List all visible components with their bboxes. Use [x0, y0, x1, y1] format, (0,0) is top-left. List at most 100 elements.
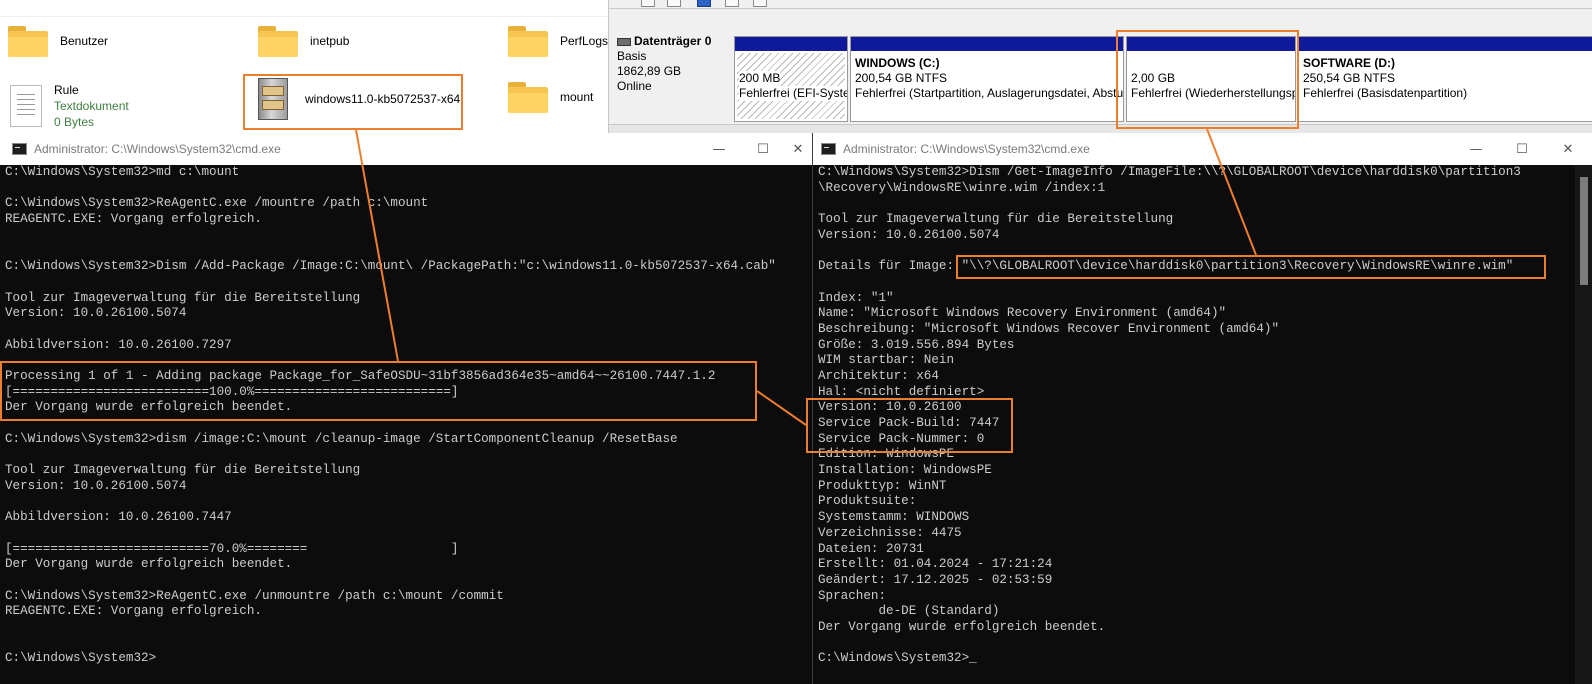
explorer-divider — [0, 16, 608, 17]
maximize-icon[interactable]: ☐ — [1499, 133, 1545, 165]
highlight-version-info — [806, 398, 1013, 453]
close-icon[interactable]: ✕ — [1545, 133, 1591, 165]
console-line: Version: 10.0.26100.5074 — [5, 478, 187, 493]
disk-title: Datenträger 0 — [634, 34, 712, 48]
partition-bar — [1299, 37, 1592, 51]
disk-0-label[interactable]: Datenträger 0 Basis 1862,89 GB Online — [617, 34, 735, 124]
toolbar-button[interactable] — [641, 0, 655, 7]
explorer-item-label: inetpub — [310, 34, 350, 48]
console-line: Dateien: 20731 — [818, 541, 924, 556]
disk-size: 1862,89 GB — [617, 64, 682, 78]
console-line: Tool zur Imageverwaltung für die Bereits… — [5, 463, 361, 478]
console-line: Größe: 3.019.556.894 Bytes — [818, 337, 1015, 352]
console-line: de-DE (Standard) — [818, 604, 1000, 619]
explorer-item-mount[interactable]: mount — [506, 80, 593, 114]
partition-bar — [851, 37, 1123, 51]
hard-disk-icon — [617, 37, 631, 46]
partition-software-d[interactable]: SOFTWARE (D:) 250,54 GB NTFS Fehlerfrei … — [1298, 36, 1592, 122]
highlight-package-processing — [0, 361, 757, 421]
partition-windows-c[interactable]: WINDOWS (C:) 200,54 GB NTFS Fehlerfrei (… — [850, 36, 1124, 122]
console-line: Der Vorgang wurde erfolgreich beendet. — [5, 557, 293, 572]
minimize-icon[interactable]: — — [1453, 133, 1499, 165]
console-line: [==========================70.0%========… — [5, 541, 459, 556]
console-line: \Recovery\WindowsRE\winre.wim /index:1 — [818, 180, 1106, 195]
console-line: REAGENTC.EXE: Vorgang erfolgreich. — [5, 604, 262, 619]
explorer-item-perflogs[interactable]: PerfLogs — [506, 24, 608, 58]
console-line: Installation: WindowsPE — [818, 463, 992, 478]
maximize-icon[interactable]: ☐ — [740, 133, 786, 165]
cmd-output[interactable]: C:\Windows\System32>md c:\mount C:\Window… — [5, 165, 808, 684]
console-line: WIM startbar: Nein — [818, 353, 955, 368]
folder-icon — [256, 24, 300, 58]
console-icon — [821, 143, 836, 155]
close-icon[interactable]: ✕ — [784, 133, 812, 165]
partition-status: Fehlerfrei (EFI-Systempartition) — [739, 86, 847, 101]
console-line: Geändert: 17.12.2025 - 02:53:59 — [818, 572, 1053, 587]
partition-bar — [735, 37, 847, 51]
scrollbar[interactable] — [1575, 165, 1592, 684]
partition-size: 200,54 GB NTFS — [855, 71, 948, 85]
highlight-cab-file — [243, 74, 463, 130]
console-line: Tool zur Imageverwaltung für die Bereits… — [5, 290, 361, 305]
explorer-item-label: Rule — [54, 83, 79, 97]
cmd-title-bar[interactable]: Administrator: C:\Windows\System32\cmd.e… — [0, 133, 812, 165]
console-line: REAGENTC.EXE: Vorgang erfolgreich. — [5, 212, 262, 227]
console-line: C:\Windows\System32> — [5, 651, 157, 666]
scrollbar-thumb[interactable] — [1580, 177, 1588, 285]
minimize-icon[interactable]: — — [696, 133, 742, 165]
toolbar-button[interactable] — [753, 0, 767, 7]
toolbar-button[interactable] — [725, 0, 739, 7]
console-icon — [12, 143, 27, 155]
cmd-title-bar[interactable]: Administrator: C:\Windows\System32\cmd.e… — [813, 133, 1592, 165]
partition-efi[interactable]: 200 MB Fehlerfrei (EFI-Systempartition) — [734, 36, 848, 122]
partition-name: WINDOWS (C:) — [855, 56, 940, 70]
explorer-item-benutzer[interactable]: Benutzer — [6, 24, 108, 58]
console-line: Tool zur Imageverwaltung für die Bereits… — [818, 212, 1174, 227]
console-line: C:\Windows\System32>ReAgentC.exe /mountr… — [5, 196, 429, 211]
explorer-item-label: PerfLogs — [560, 34, 609, 48]
disk-management-pane: Datenträger 0 Basis 1862,89 GB Online 20… — [608, 0, 1592, 134]
console-line: Systemstamm: WINDOWS — [818, 510, 970, 525]
folder-icon — [6, 24, 50, 58]
folder-icon — [506, 80, 550, 114]
disk-management-toolbar — [609, 0, 1592, 9]
toolbar-help-button[interactable] — [697, 0, 711, 7]
console-line: Architektur: x64 — [818, 368, 939, 383]
console-line: Der Vorgang wurde erfolgreich beendet. — [818, 619, 1106, 634]
partition-status: Fehlerfrei (Basisdatenpartition) — [1303, 86, 1468, 100]
cmd-window-title: Administrator: C:\Windows\System32\cmd.e… — [843, 142, 1090, 156]
console-line: Produktsuite: — [818, 494, 917, 509]
toolbar-button[interactable] — [667, 0, 681, 7]
console-line: C:\Windows\System32>ReAgentC.exe /unmoun… — [5, 588, 504, 603]
explorer-item-label: Benutzer — [60, 34, 109, 48]
console-line: Abbildversion: 10.0.26100.7447 — [5, 510, 232, 525]
console-line: Name: "Microsoft Windows Recovery Enviro… — [818, 306, 1227, 321]
console-line: Verzeichnisse: 4475 — [818, 525, 962, 540]
explorer-item-rule[interactable]: Rule Textdokument 0 Bytes — [10, 82, 129, 130]
partition-size: 200 MB — [739, 71, 781, 86]
console-line: C:\Windows\System32>Dism /Get-ImageInfo … — [818, 165, 1521, 179]
disk-status: Online — [617, 79, 652, 93]
disk-type: Basis — [617, 49, 647, 63]
file-size: 0 Bytes — [54, 115, 95, 129]
console-line: C:\Windows\System32>Dism /Add-Package /I… — [5, 259, 776, 274]
console-line: Produkttyp: WinNT — [818, 478, 947, 493]
partition-name: SOFTWARE (D:) — [1303, 56, 1395, 70]
console-line: Version: 10.0.26100.5074 — [5, 306, 187, 321]
explorer-item-inetpub[interactable]: inetpub — [256, 24, 349, 58]
folder-icon — [506, 24, 550, 58]
console-line: Abbildversion: 10.0.26100.7297 — [5, 337, 232, 352]
text-document-icon — [10, 85, 42, 127]
partition-size: 250,54 GB NTFS — [1303, 71, 1396, 85]
file-type: Textdokument — [54, 99, 129, 113]
